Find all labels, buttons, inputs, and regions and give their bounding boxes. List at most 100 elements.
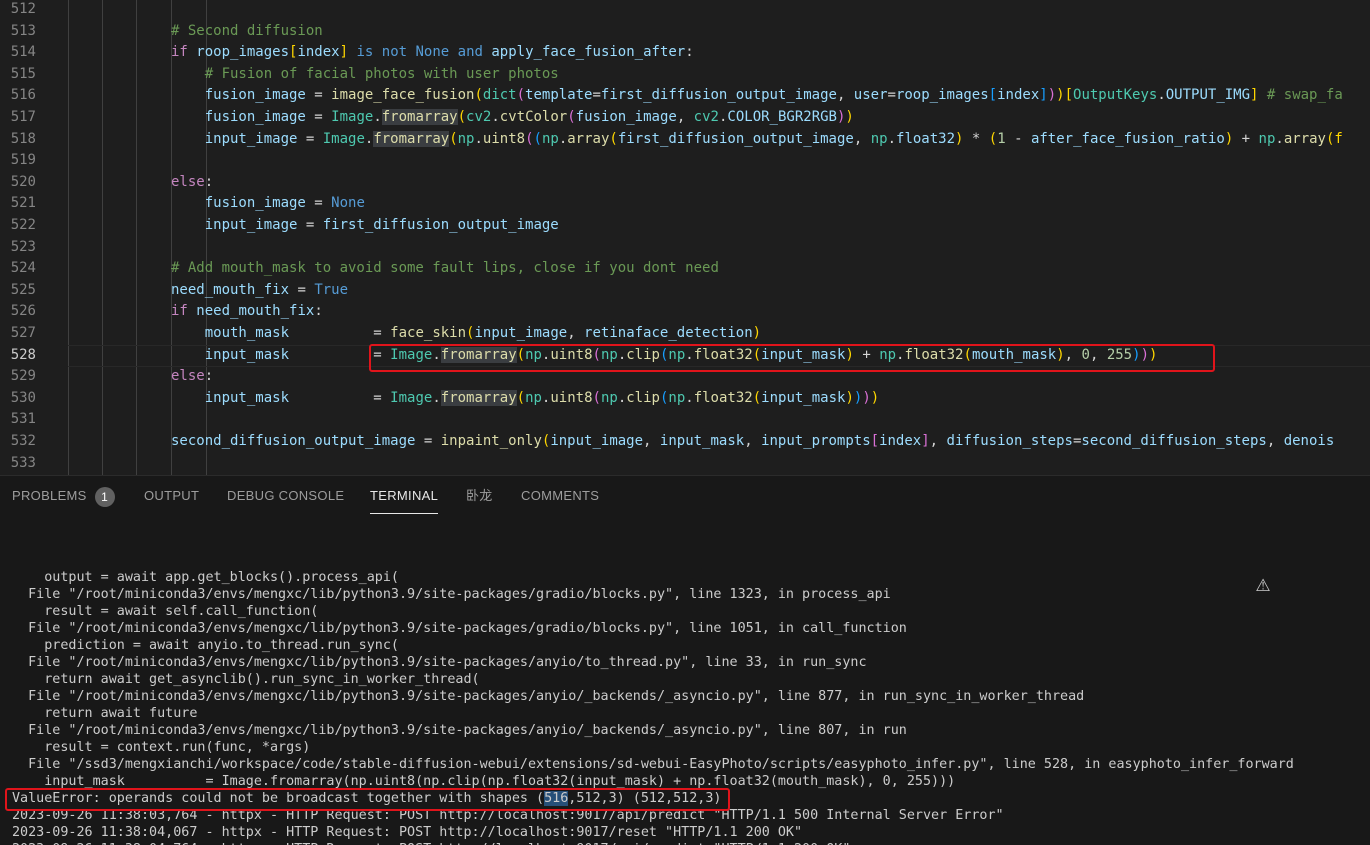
highlight-box-code <box>369 344 1215 372</box>
code-token: ( <box>457 109 467 125</box>
code-token: np <box>541 130 559 147</box>
code-line[interactable]: 517 fusion_image = Image.fromarray(cv2.c… <box>0 107 1370 129</box>
warning-icon[interactable]: ⚠ <box>1253 576 1273 596</box>
terminal-line: File "/root/miniconda3/envs/mengxc/lib/p… <box>12 655 867 670</box>
code-token: = <box>305 87 332 104</box>
code-token: . <box>373 109 382 125</box>
code-token: inpaint_only <box>440 433 542 449</box>
code-token: OUTPUT_IMG <box>1165 87 1251 104</box>
code-token: else <box>171 368 205 385</box>
bottom-panel: PROBLEMS 1 OUTPUT DEBUG CONSOLE TERMINAL … <box>0 475 1370 845</box>
code-token: first_diffusion_output_image <box>617 130 854 147</box>
code-editor[interactable]: 512 513 # Second diffusion 514 if roop_image… <box>0 0 1370 475</box>
code-line[interactable]: 527 mouth_mask = face_skin(input_image, … <box>0 323 1370 345</box>
code-token: (f <box>1326 130 1343 147</box>
code-token: fusion_image <box>171 109 306 125</box>
code-line[interactable]: 512 <box>0 0 1370 21</box>
code-token: np <box>525 389 542 406</box>
code-line[interactable]: 525 need_mouth_fix = True <box>0 280 1370 302</box>
code-token: None <box>331 195 365 212</box>
code-token: , <box>744 433 762 449</box>
code-token: ) <box>870 389 880 406</box>
tab-output[interactable]: OUTPUT <box>144 476 199 516</box>
code-text: fusion_image = None <box>171 193 365 215</box>
code-token: ( <box>525 130 534 147</box>
code-token: + <box>1233 130 1259 147</box>
line-number: 527 <box>10 325 36 341</box>
code-token: fromarray <box>381 109 458 125</box>
tab-terminal[interactable]: TERMINAL <box>370 476 439 516</box>
code-line[interactable]: 523 <box>0 237 1370 259</box>
code-line[interactable]: 520 else: <box>0 172 1370 194</box>
code-token: input_image <box>171 130 298 147</box>
code-token: : <box>314 303 323 320</box>
tab-problems[interactable]: PROBLEMS 1 <box>12 476 115 516</box>
code-token: ( <box>592 389 601 406</box>
code-token: fromarray <box>373 130 450 147</box>
code-token: input_image <box>550 433 644 449</box>
terminal-line: File "/root/miniconda3/envs/mengxc/lib/p… <box>12 689 1085 704</box>
tab-comments[interactable]: COMMENTS <box>521 476 599 516</box>
code-line[interactable]: 516 fusion_image = image_face_fusion(dic… <box>0 85 1370 107</box>
code-line[interactable]: 521 fusion_image = None <box>0 193 1370 215</box>
code-token: fromarray <box>440 389 517 406</box>
line-number: 513 <box>10 22 36 39</box>
code-line[interactable]: 515 # Fusion of facial photos with user … <box>0 64 1370 86</box>
code-line[interactable]: 522 input_image = first_diffusion_output… <box>0 215 1370 237</box>
code-line[interactable]: 532 second_diffusion_output_image = inpai… <box>0 431 1370 453</box>
code-token: , <box>929 433 947 449</box>
line-number: 532 <box>10 433 36 449</box>
code-token: = <box>289 325 391 341</box>
line-number: 517 <box>10 109 36 125</box>
code-token: , <box>643 433 660 449</box>
code-token: uint8 <box>482 130 526 147</box>
code-token: * <box>963 130 989 147</box>
tab-debug-console[interactable]: DEBUG CONSOLE <box>227 476 344 516</box>
code-line[interactable]: 530 input_mask = Image.fromarray(np.uint… <box>0 388 1370 410</box>
code-line[interactable]: 526 if need_mouth_fix: <box>0 301 1370 323</box>
code-text: second_diffusion_output_image = inpaint_… <box>171 431 1334 453</box>
code-token: : <box>685 44 694 61</box>
tab-label: DEBUG CONSOLE <box>227 488 345 503</box>
line-number: 531 <box>10 411 36 428</box>
code-token: ) <box>845 389 854 406</box>
code-text: input_mask = Image.fromarray(np.uint8(np… <box>171 388 879 410</box>
code-token: . <box>1275 130 1284 147</box>
code-token: = <box>289 281 315 298</box>
code-token: np <box>1258 130 1276 147</box>
code-token: = <box>305 109 332 125</box>
terminal-line: output = await app.get_blocks().process_… <box>12 570 399 585</box>
code-text: if need_mouth_fix: <box>171 301 323 323</box>
code-token: face_skin <box>390 325 467 341</box>
code-line[interactable]: 518 input_image = Image.fromarray(np.uin… <box>0 129 1370 151</box>
code-token: roop_images <box>196 44 290 61</box>
code-token: need_mouth_fix <box>171 281 290 298</box>
line-number: 525 <box>10 281 36 298</box>
code-token: image_face_fusion <box>331 87 475 104</box>
code-token: ( <box>567 109 576 125</box>
code-token: ( <box>752 389 762 406</box>
code-token: [ <box>870 433 880 449</box>
line-number: 514 <box>10 44 36 61</box>
code-token: - <box>1005 130 1031 147</box>
code-token: diffusion_steps <box>946 433 1073 449</box>
code-token: retinaface_detection <box>584 325 753 341</box>
code-line[interactable]: 513 # Second diffusion <box>0 21 1370 43</box>
code-token: : <box>204 368 214 385</box>
code-line[interactable]: 514 if roop_images[index] is not None and… <box>0 42 1370 64</box>
code-token: np <box>870 130 888 147</box>
code-token: # Fusion of facial photos with user phot… <box>171 65 559 82</box>
tab-wolong[interactable]: 卧龙 <box>466 476 493 516</box>
code-token: if <box>171 303 197 320</box>
tab-label: PROBLEMS <box>12 488 87 503</box>
code-line[interactable]: 524 # Add mouth_mask to avoid some fault … <box>0 258 1370 280</box>
tab-label: 卧龙 <box>466 488 493 503</box>
code-token: ) <box>845 109 854 125</box>
code-line[interactable]: 531 <box>0 409 1370 431</box>
code-line[interactable]: 533 <box>0 453 1370 475</box>
code-line[interactable]: 519 <box>0 150 1370 172</box>
tab-label: COMMENTS <box>521 488 600 503</box>
code-token: Image <box>322 130 365 147</box>
code-token: . <box>685 389 694 406</box>
code-token: ( <box>609 130 618 147</box>
